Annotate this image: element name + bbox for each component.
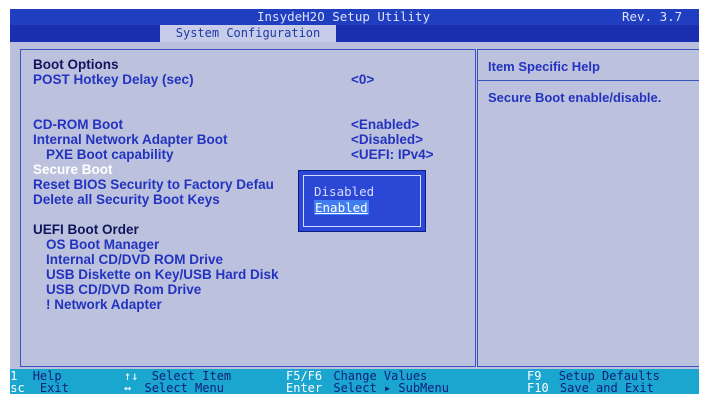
revision-label: Rev. 3.7: [622, 9, 683, 24]
footer-item-save-exit: F10 Save and Exit: [527, 382, 654, 394]
help-title: Item Specific Help: [488, 59, 600, 74]
network-adapter-boot-label[interactable]: Internal Network Adapter Boot: [33, 132, 228, 147]
footer-item-select-menu: ↔ Select Menu: [124, 382, 224, 394]
cdrom-boot-label[interactable]: CD-ROM Boot: [33, 117, 123, 132]
pxe-boot-value[interactable]: <UEFI: IPv4>: [351, 147, 434, 162]
key-select-submenu-label: Select ▸ SubMenu: [333, 381, 449, 394]
boot-order-item[interactable]: OS Boot Manager: [46, 237, 159, 252]
option-enabled-highlight: Enabled: [314, 200, 369, 215]
help-panel: Item Specific Help Secure Boot enable/di…: [477, 49, 699, 367]
help-text: Secure Boot enable/disable.: [488, 90, 662, 105]
key-exit-label: Exit: [39, 381, 69, 394]
help-header: Item Specific Help: [478, 50, 699, 81]
pxe-boot-label[interactable]: PXE Boot capability: [46, 147, 174, 162]
option-enabled[interactable]: Enabled: [314, 200, 369, 215]
boot-order-item[interactable]: USB Diskette on Key/USB Hard Disk: [46, 267, 279, 282]
section-uefi-boot-order: UEFI Boot Order: [33, 222, 139, 237]
cdrom-boot-value[interactable]: <Enabled>: [351, 117, 419, 132]
key-esc: Esc: [10, 381, 25, 394]
secure-boot-label[interactable]: Secure Boot: [33, 162, 113, 177]
key-select-menu-label: Select Menu: [144, 381, 224, 394]
popup-border: Disabled Enabled: [303, 175, 421, 227]
key-help-bar: F1 Help ↑↓ Select Item F5/F6 Change Valu…: [10, 369, 699, 394]
boot-order-item[interactable]: Internal CD/DVD ROM Drive: [46, 252, 223, 267]
reset-bios-security-label[interactable]: Reset BIOS Security to Factory Defau: [33, 177, 274, 192]
arrows-leftright-icon: ↔: [124, 381, 132, 394]
post-hotkey-delay-value[interactable]: <0>: [351, 72, 374, 87]
boot-order-item[interactable]: USB CD/DVD Rom Drive: [46, 282, 201, 297]
footer-item-select-submenu: Enter Select ▸ SubMenu: [286, 382, 449, 394]
screenshot-frame: InsydeH2O Setup Utility Rev. 3.7 System …: [3, 3, 705, 399]
title-bar: InsydeH2O Setup Utility Rev. 3.7: [10, 9, 699, 25]
network-adapter-boot-value[interactable]: <Disabled>: [351, 132, 423, 147]
tab-system-configuration[interactable]: System Configuration: [160, 25, 336, 42]
key-f10: F10: [527, 381, 549, 394]
option-disabled[interactable]: Disabled: [314, 185, 374, 199]
bios-screen: InsydeH2O Setup Utility Rev. 3.7 System …: [10, 9, 699, 394]
boot-order-item[interactable]: ! Network Adapter: [46, 297, 162, 312]
footer-item-exit: Esc Exit: [10, 382, 69, 394]
key-enter: Enter: [286, 381, 323, 394]
app-title: InsydeH2O Setup Utility: [257, 9, 431, 24]
post-hotkey-delay-label[interactable]: POST Hotkey Delay (sec): [33, 72, 194, 87]
secure-boot-options-popup: Disabled Enabled: [298, 170, 426, 232]
tab-bar: System Configuration: [10, 25, 699, 42]
delete-security-keys-label[interactable]: Delete all Security Boot Keys: [33, 192, 220, 207]
section-boot-options: Boot Options: [33, 57, 119, 72]
key-save-exit-label: Save and Exit: [559, 381, 654, 394]
